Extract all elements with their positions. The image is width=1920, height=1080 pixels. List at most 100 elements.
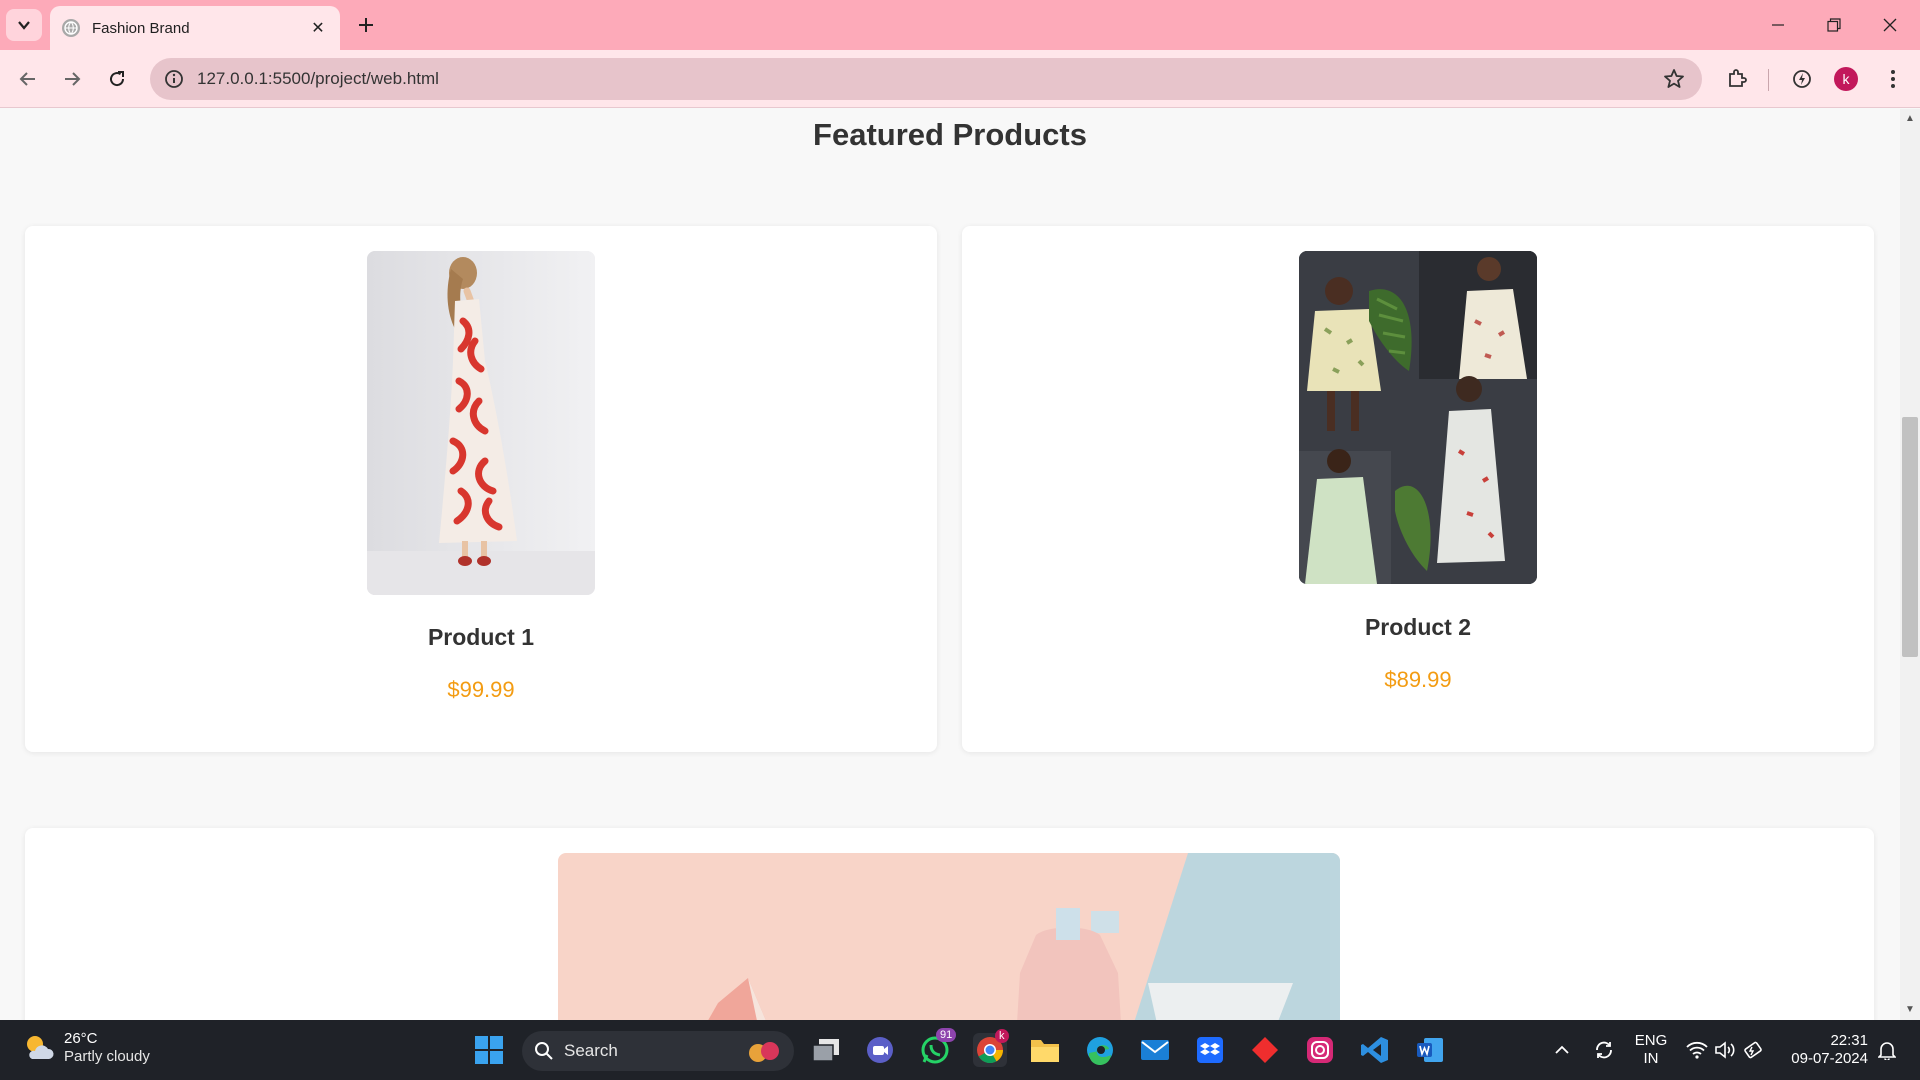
edge-icon [1087,1037,1113,1065]
instagram-icon [1307,1037,1333,1063]
restore-button[interactable] [1806,0,1862,50]
search-highlight-icon [749,1042,779,1062]
battery-button[interactable] [1740,1020,1766,1080]
bookmark-star-icon[interactable] [1662,67,1686,91]
profile-avatar[interactable]: k [1834,67,1858,91]
word-icon [1417,1038,1443,1062]
browser-menu-button[interactable] [1878,64,1908,94]
partly-cloudy-icon [27,1036,54,1059]
chevron-down-icon [18,21,30,30]
mail-button[interactable] [1138,1033,1172,1067]
sync-tray-button[interactable] [1588,1020,1620,1080]
taskbar-search[interactable]: Search [522,1031,794,1071]
browser-tab-strip: Fashion Brand ✕ [0,0,1920,50]
scroll-down-arrow-icon[interactable]: ▼ [1904,1004,1916,1016]
puzzle-icon [1729,69,1747,87]
weather-temperature: 26°C [64,1030,98,1047]
scroll-up-arrow-icon[interactable]: ▲ [1904,113,1916,125]
arrow-right-icon [65,72,81,86]
browser-tab[interactable]: Fashion Brand ✕ [50,6,340,50]
tab-search-button[interactable] [6,9,42,41]
product-image[interactable] [1299,251,1537,584]
vscode-icon [1361,1037,1388,1063]
product-name[interactable]: Product 2 [962,614,1874,641]
speaker-icon [1715,1041,1735,1059]
windows-logo-icon [475,1036,503,1064]
close-window-button[interactable] [1862,0,1918,50]
plus-icon [359,18,373,32]
close-tab-icon[interactable]: ✕ [308,18,328,38]
address-bar[interactable]: 127.0.0.1:5500/project/web.html [150,58,1702,100]
minimize-icon [1772,24,1784,26]
banner-card [25,828,1874,1020]
product-card[interactable]: Product 2 $89.99 [962,226,1874,752]
clock-date: 09-07-2024 [1791,1050,1868,1067]
minimize-button[interactable] [1750,0,1806,50]
folder-icon [1031,1040,1059,1062]
banner-image [558,853,1340,1020]
clock[interactable]: 22:31 09-07-2024 [1786,1032,1868,1068]
instagram-button[interactable] [1303,1033,1337,1067]
page-viewport: Featured Products Product 1 $99.99 Produ… [0,109,1900,1020]
reload-icon [110,71,125,87]
video-chat-icon [867,1037,893,1063]
more-vertical-icon [1891,70,1895,88]
chrome-button[interactable]: k [973,1029,1009,1067]
battery-charging-icon [1744,1041,1762,1059]
performance-button[interactable] [1787,64,1817,94]
product-image[interactable] [367,251,595,595]
dropbox-button[interactable] [1193,1033,1227,1067]
file-explorer-button[interactable] [1028,1033,1062,1067]
speed-icon [1793,70,1811,88]
show-hidden-icons-button[interactable] [1548,1020,1576,1080]
profile-badge: k [995,1029,1009,1043]
bell-icon [1878,1042,1896,1060]
new-tab-button[interactable] [352,11,380,39]
close-icon [1883,18,1897,32]
product-card[interactable]: Product 1 $99.99 [25,226,937,752]
region-code: IN [1643,1050,1659,1067]
restore-icon [1827,18,1841,32]
search-icon [535,1042,553,1060]
section-title: Featured Products [813,117,1087,152]
anydesk-button[interactable] [1248,1033,1282,1067]
volume-button[interactable] [1712,1020,1738,1080]
word-button[interactable] [1413,1033,1447,1067]
browser-toolbar: 127.0.0.1:5500/project/web.html k [0,50,1920,108]
notifications-button[interactable] [1874,1020,1900,1080]
product-price: $99.99 [447,677,515,702]
globe-icon [62,19,80,37]
clock-time: 22:31 [1830,1032,1868,1049]
scrollbar-thumb[interactable] [1902,417,1918,657]
product-name[interactable]: Product 1 [25,624,937,651]
task-view-icon [812,1039,839,1062]
weather-widget[interactable]: 26°C Partly cloudy [22,1030,150,1066]
extensions-button[interactable] [1722,64,1752,94]
task-view-button[interactable] [809,1033,843,1067]
chevron-up-icon [1555,1045,1569,1054]
product-price: $89.99 [1384,667,1452,692]
page-scrollbar[interactable]: ▲ ▼ [1900,109,1920,1020]
sync-icon [1596,1041,1612,1059]
url-text[interactable]: 127.0.0.1:5500/project/web.html [197,69,439,89]
whatsapp-button[interactable]: 91 [918,1028,957,1067]
language-indicator[interactable]: ENG IN [1634,1032,1668,1068]
wifi-icon [1686,1041,1708,1059]
teams-meet-button[interactable] [863,1033,897,1067]
language-code: ENG [1634,1032,1668,1049]
back-button[interactable] [13,64,43,94]
search-label: Search [564,1041,618,1060]
info-icon[interactable] [164,69,184,89]
taskbar: 26°C Partly cloudy Search 91 k ENG IN 22… [0,1020,1920,1080]
vscode-button[interactable] [1358,1033,1392,1067]
reload-button[interactable] [102,64,132,94]
tab-title: Fashion Brand [92,19,190,37]
start-button[interactable] [472,1033,506,1067]
toolbar-divider [1768,69,1769,91]
wifi-button[interactable] [1684,1020,1710,1080]
weather-condition: Partly cloudy [64,1048,150,1065]
forward-button[interactable] [57,64,87,94]
mail-icon [1141,1040,1169,1060]
red-diamond-icon [1252,1037,1278,1063]
edge-button[interactable] [1083,1033,1117,1067]
